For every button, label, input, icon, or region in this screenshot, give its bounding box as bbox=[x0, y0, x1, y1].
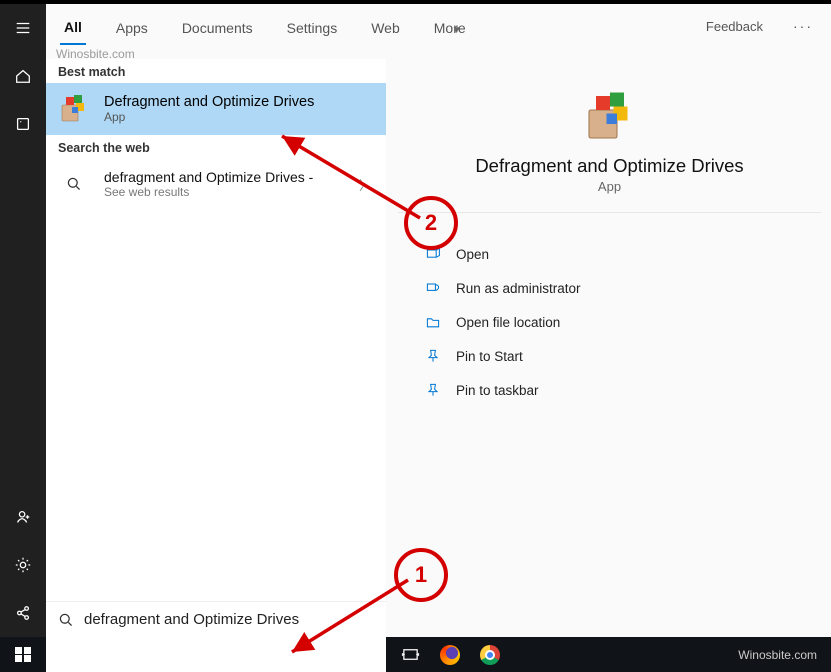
action-list: Open Run as administrator Open file loca… bbox=[398, 233, 821, 411]
home-icon[interactable] bbox=[0, 52, 46, 100]
recent-icon[interactable] bbox=[0, 100, 46, 148]
pin-taskbar-icon bbox=[424, 381, 442, 399]
shield-icon bbox=[424, 279, 442, 297]
start-button[interactable] bbox=[0, 637, 46, 672]
action-pin-start[interactable]: Pin to Start bbox=[412, 339, 807, 373]
detail-pane: Defragment and Optimize Drives App Open … bbox=[386, 59, 831, 637]
tab-settings[interactable]: Settings bbox=[283, 8, 342, 44]
best-match-item[interactable]: Defragment and Optimize Drives App bbox=[46, 83, 386, 135]
start-left-rail bbox=[0, 4, 46, 637]
chevron-right-icon: 〉 bbox=[359, 175, 372, 194]
web-result-item[interactable]: defragment and Optimize Drives - See web… bbox=[46, 159, 386, 209]
settings-gear-icon[interactable] bbox=[0, 541, 46, 589]
search-input[interactable] bbox=[84, 611, 374, 628]
taskbar-brand: Winosbite.com bbox=[738, 648, 831, 662]
detail-title: Defragment and Optimize Drives bbox=[398, 155, 821, 177]
action-label: Pin to taskbar bbox=[456, 383, 539, 398]
action-label: Open file location bbox=[456, 315, 560, 330]
filter-tabs: All Apps Documents Settings Web More ▼ F… bbox=[46, 4, 831, 48]
account-icon[interactable] bbox=[0, 493, 46, 541]
best-match-label: Best match bbox=[46, 59, 386, 83]
pin-start-icon bbox=[424, 347, 442, 365]
taskbar: Winosbite.com bbox=[0, 637, 831, 672]
search-panel: All Apps Documents Settings Web More ▼ F… bbox=[46, 4, 831, 637]
action-pin-taskbar[interactable]: Pin to taskbar bbox=[412, 373, 807, 407]
tab-apps[interactable]: Apps bbox=[112, 8, 152, 44]
defragment-app-icon-large bbox=[582, 89, 638, 145]
windows-logo-icon bbox=[15, 647, 31, 663]
chrome-icon[interactable] bbox=[476, 641, 504, 669]
folder-icon bbox=[424, 313, 442, 331]
web-result-title: defragment and Optimize Drives - bbox=[104, 169, 313, 185]
watermark: Winosbite.com bbox=[56, 47, 135, 61]
feedback-link[interactable]: Feedback bbox=[706, 19, 763, 34]
task-view-icon[interactable] bbox=[396, 641, 424, 669]
action-open-location[interactable]: Open file location bbox=[412, 305, 807, 339]
action-label: Open bbox=[456, 247, 489, 262]
action-label: Run as administrator bbox=[456, 281, 581, 296]
best-match-sub: App bbox=[104, 110, 314, 124]
share-icon[interactable] bbox=[0, 589, 46, 637]
results-list: Best match Defragment and Optimize Drive… bbox=[46, 59, 386, 637]
divider bbox=[398, 212, 821, 213]
search-icon bbox=[58, 612, 74, 628]
search-bar[interactable] bbox=[46, 601, 386, 637]
tab-all[interactable]: All bbox=[60, 7, 86, 45]
more-options-icon[interactable]: ··· bbox=[789, 18, 817, 34]
tab-documents[interactable]: Documents bbox=[178, 8, 257, 44]
open-icon bbox=[424, 245, 442, 263]
tab-web[interactable]: Web bbox=[367, 8, 404, 44]
search-icon bbox=[58, 176, 90, 192]
defragment-app-icon bbox=[58, 93, 90, 125]
search-web-label: Search the web bbox=[46, 135, 386, 159]
action-label: Pin to Start bbox=[456, 349, 523, 364]
firefox-icon[interactable] bbox=[436, 641, 464, 669]
hamburger-icon[interactable] bbox=[0, 4, 46, 52]
web-result-sub: See web results bbox=[104, 185, 313, 199]
best-match-title: Defragment and Optimize Drives bbox=[104, 94, 314, 110]
tab-more[interactable]: More ▼ bbox=[430, 8, 470, 44]
action-run-admin[interactable]: Run as administrator bbox=[412, 271, 807, 305]
detail-sub: App bbox=[398, 179, 821, 194]
action-open[interactable]: Open bbox=[412, 237, 807, 271]
chevron-down-icon: ▼ bbox=[452, 25, 462, 36]
